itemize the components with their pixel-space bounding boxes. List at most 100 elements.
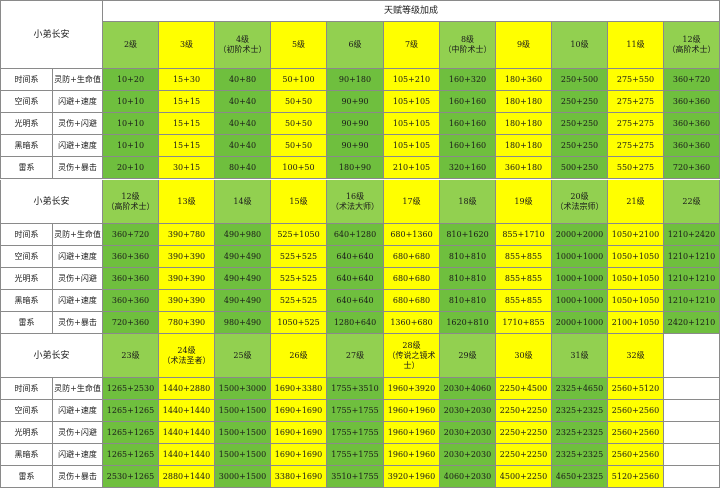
value-cell: 2325+2325 [552, 444, 608, 466]
value-cell: 50+50 [271, 91, 327, 113]
value-cell: 360+360 [664, 135, 720, 157]
level-header: 27级 [327, 334, 384, 378]
value-cell: 3000+1500 [215, 466, 271, 488]
value-cell: 1755+1755 [327, 444, 384, 466]
value-cell: 50+100 [271, 69, 327, 91]
value-cell: 250+500 [552, 69, 608, 91]
empty-cell [664, 466, 720, 488]
value-cell: 855+855 [496, 246, 552, 268]
section-name: 小弟长安 [0, 0, 103, 69]
value-cell: 1265+1265 [103, 422, 159, 444]
value-cell: 1265+1265 [103, 444, 159, 466]
value-cell: 1000+1000 [552, 268, 608, 290]
value-cell: 250+250 [552, 113, 608, 135]
level-header: 13级 [159, 180, 215, 224]
value-cell: 10+10 [103, 135, 159, 157]
value-cell: 490+490 [215, 290, 271, 312]
value-cell: 855+855 [496, 290, 552, 312]
level-header: 30级 [496, 334, 552, 378]
value-cell: 40+80 [215, 69, 271, 91]
value-cell: 1050+1050 [608, 246, 664, 268]
level-header: 14级 [215, 180, 271, 224]
table-title: 天赋等级加成 [103, 0, 720, 22]
value-cell: 525+1050 [271, 224, 327, 246]
value-cell: 2250+2250 [496, 422, 552, 444]
value-cell: 180+180 [496, 135, 552, 157]
value-cell: 1690+1690 [271, 444, 327, 466]
value-cell: 105+105 [384, 91, 440, 113]
level-header: 26级 [271, 334, 327, 378]
value-cell: 980+490 [215, 312, 271, 334]
value-cell: 3380+1690 [271, 466, 327, 488]
value-cell: 50+50 [271, 113, 327, 135]
level-header: 24级 （术法圣者） [159, 334, 215, 378]
value-cell: 80+40 [215, 157, 271, 179]
level-header: 25级 [215, 334, 271, 378]
value-cell: 680+680 [384, 246, 440, 268]
value-cell: 720+360 [103, 312, 159, 334]
value-cell: 550+275 [608, 157, 664, 179]
system-label: 空间系 [0, 400, 53, 422]
value-cell: 360+360 [664, 113, 720, 135]
value-cell: 360+360 [103, 268, 159, 290]
attribute-label: 闪避+速度 [53, 290, 103, 312]
value-cell: 1500+1500 [215, 444, 271, 466]
value-cell: 855+1710 [496, 224, 552, 246]
value-cell: 1360+680 [384, 312, 440, 334]
value-cell: 490+980 [215, 224, 271, 246]
value-cell: 1210+2420 [664, 224, 720, 246]
attribute-label: 灵防+生命值 [53, 378, 103, 400]
value-cell: 1210+1210 [664, 290, 720, 312]
level-header: 11级 [608, 22, 664, 69]
level-header: 3级 [159, 22, 215, 69]
value-cell: 105+105 [384, 113, 440, 135]
talent-level-bonus-table: 小弟长安 天赋等级加成 2级 3级 4级 （初阶术士） 5级 6级 7级 8级 （中阶术士） 9级… [0, 0, 720, 489]
value-cell: 4650+2325 [552, 466, 608, 488]
value-cell: 2325+2325 [552, 400, 608, 422]
attribute-label: 灵伤+闪避 [53, 268, 103, 290]
value-cell: 360+360 [103, 290, 159, 312]
attribute-label: 闪避+速度 [53, 135, 103, 157]
value-cell: 3920+1960 [384, 466, 440, 488]
level-header: 17级 [384, 180, 440, 224]
value-cell: 90+90 [327, 91, 384, 113]
system-label: 空间系 [0, 246, 53, 268]
attribute-label: 灵伤+暴击 [53, 312, 103, 334]
level-header: 15级 [271, 180, 327, 224]
value-cell: 1500+1500 [215, 400, 271, 422]
value-cell: 1440+1440 [159, 444, 215, 466]
value-cell: 90+90 [327, 135, 384, 157]
value-cell: 10+10 [103, 113, 159, 135]
value-cell: 525+525 [271, 246, 327, 268]
value-cell: 2250+4500 [496, 378, 552, 400]
value-cell: 1960+1960 [384, 422, 440, 444]
value-cell: 1265+2530 [103, 378, 159, 400]
system-label: 时间系 [0, 69, 53, 91]
value-cell: 275+275 [608, 135, 664, 157]
value-cell: 390+390 [159, 268, 215, 290]
attribute-label: 灵防+生命值 [53, 224, 103, 246]
value-cell: 320+160 [440, 157, 496, 179]
value-cell: 720+360 [664, 157, 720, 179]
attribute-label: 灵伤+闪避 [53, 422, 103, 444]
level-header: 19级 [496, 180, 552, 224]
level-header: 6级 [327, 22, 384, 69]
value-cell: 40+40 [215, 135, 271, 157]
value-cell: 1050+1050 [608, 290, 664, 312]
value-cell: 360+720 [103, 224, 159, 246]
value-cell: 1755+1755 [327, 422, 384, 444]
empty-cell [664, 422, 720, 444]
value-cell: 500+250 [552, 157, 608, 179]
value-cell: 390+390 [159, 246, 215, 268]
value-cell: 780+390 [159, 312, 215, 334]
value-cell: 50+50 [271, 135, 327, 157]
value-cell: 180+90 [327, 157, 384, 179]
system-label: 黑暗系 [0, 444, 53, 466]
level-header: 5级 [271, 22, 327, 69]
value-cell: 2250+2250 [496, 444, 552, 466]
value-cell: 1960+1960 [384, 444, 440, 466]
value-cell: 4500+2250 [496, 466, 552, 488]
value-cell: 3510+1755 [327, 466, 384, 488]
value-cell: 680+680 [384, 290, 440, 312]
attribute-label: 闪避+速度 [53, 444, 103, 466]
